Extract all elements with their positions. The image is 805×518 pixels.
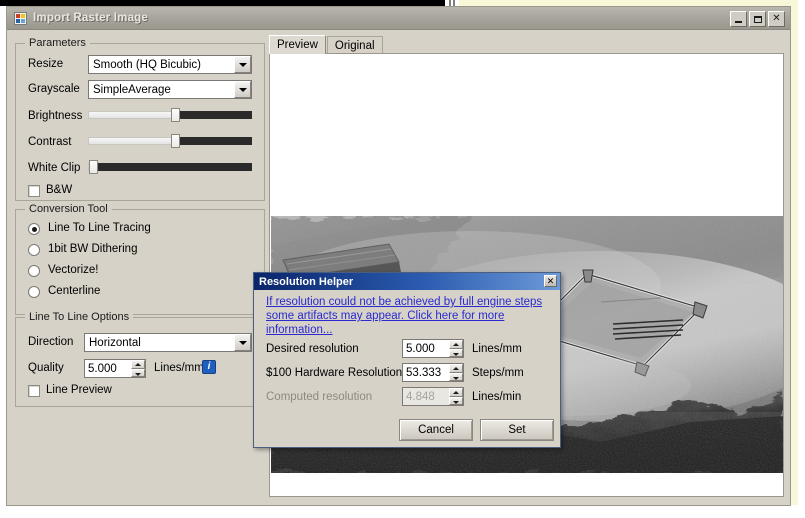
window-titlebar[interactable]: Import Raster Image ✕ [7,7,790,30]
brightness-label: Brightness [28,110,83,122]
computed-resolution-unit: Lines/min [472,391,522,403]
form-icon [14,11,27,25]
line-options-group-label: Line To Line Options [25,311,134,323]
radio-label-vectorize: Vectorize! [48,264,99,276]
resize-value: Smooth (HQ Bicubic) [93,58,202,71]
tab-preview-label: Preview [277,39,318,51]
contrast-label: Contrast [28,136,72,148]
close-button[interactable]: ✕ [768,11,785,27]
stepper-up-icon[interactable] [449,340,463,349]
desired-resolution-unit: Lines/mm [472,343,522,355]
conversion-tool-group: Conversion Tool Line To Line Tracing 1bi… [15,203,265,315]
resize-label: Resize [28,58,64,70]
import-raster-image-window: Import Raster Image ✕ Parameters Resize … [6,6,791,506]
desired-resolution-stepper-buttons[interactable] [449,340,463,357]
quality-unit: Lines/mm [154,362,204,374]
quality-label: Quality [28,362,64,374]
white-clip-label: White Clip [28,162,81,174]
chevron-down-icon[interactable] [234,81,251,98]
conversion-tool-group-label: Conversion Tool [25,203,112,215]
hardware-resolution-unit: Steps/mm [472,367,524,379]
stepper-down-icon[interactable] [449,348,463,357]
hardware-resolution-value: 53.333 [406,366,442,379]
desktop-bottom-strip [0,505,805,518]
cancel-button[interactable]: Cancel [399,419,473,441]
quality-value: 5.000 [88,362,117,375]
brightness-slider[interactable] [88,108,252,122]
resolution-helper-dialog: Resolution Helper ✕ If resolution could … [253,272,561,448]
quality-stepper[interactable]: 5.000 [84,359,146,378]
resize-combobox[interactable]: Smooth (HQ Bicubic) [88,55,252,74]
desired-resolution-label: Desired resolution [266,343,359,355]
hardware-resolution-label: $100 Hardware Resolution [266,367,403,379]
direction-value: Horizontal [89,336,141,349]
direction-combobox[interactable]: Horizontal [84,333,252,352]
line-preview-checkbox[interactable] [28,385,40,397]
line-to-line-options-group: Line To Line Options Direction Horizonta… [15,311,265,407]
parameters-group-label: Parameters [25,37,90,49]
set-button[interactable]: Set [480,419,554,441]
chevron-down-icon[interactable] [234,334,251,351]
radio-label-1bit-bw-dithering: 1bit BW Dithering [48,243,138,255]
warning-link[interactable]: If resolution could not be achieved by f… [266,295,554,337]
preview-tabstrip: Preview Original [269,35,384,54]
computed-resolution-stepper-buttons [449,388,463,405]
line-preview-label: Line Preview [46,384,112,396]
white-clip-slider-thumb[interactable] [89,160,98,174]
bw-label: B&W [46,184,73,196]
dialog-close-button[interactable]: ✕ [544,275,557,287]
tab-original-label: Original [334,39,375,52]
dialog-title: Resolution Helper [259,275,354,288]
stepper-down-icon[interactable] [449,372,463,381]
tab-original[interactable]: Original [326,36,383,54]
chevron-down-icon[interactable] [234,56,251,73]
hardware-resolution-stepper[interactable]: 53.333 [402,363,464,382]
parameters-group: Parameters Resize Smooth (HQ Bicubic) Gr… [15,37,265,201]
stepper-up-icon [449,388,463,397]
computed-resolution-label: Computed resolution [266,391,373,403]
stepper-up-icon[interactable] [449,364,463,373]
computed-resolution-value: 4.848 [406,390,435,403]
contrast-slider-thumb[interactable] [171,134,180,148]
hardware-resolution-stepper-buttons[interactable] [449,364,463,381]
desired-resolution-stepper[interactable]: 5.000 [402,339,464,358]
computed-resolution-stepper: 4.848 [402,387,464,406]
radio-centerline[interactable] [28,286,40,298]
radio-label-centerline: Centerline [48,285,101,297]
tab-preview[interactable]: Preview [269,35,326,54]
white-clip-slider[interactable] [88,160,252,174]
direction-label: Direction [28,336,74,348]
minimize-button[interactable] [730,11,747,27]
desired-resolution-value: 5.000 [406,342,435,355]
stepper-down-icon[interactable] [131,368,145,377]
quality-stepper-buttons[interactable] [131,360,145,377]
bw-checkbox[interactable] [28,185,40,197]
radio-vectorize[interactable] [28,265,40,277]
brightness-slider-thumb[interactable] [171,108,180,122]
grayscale-label: Grayscale [28,83,80,95]
desktop-right-edge [798,0,805,518]
window-title: Import Raster Image [33,12,148,24]
grayscale-value: SimpleAverage [93,83,171,96]
window-controls: ✕ [730,11,785,27]
maximize-button[interactable] [749,11,766,27]
stepper-down-icon [449,396,463,405]
dialog-titlebar[interactable]: Resolution Helper ✕ [254,273,560,290]
stepper-up-icon[interactable] [131,360,145,369]
radio-1bit-bw-dithering[interactable] [28,244,40,256]
info-icon[interactable]: i [202,360,216,374]
grayscale-combobox[interactable]: SimpleAverage [88,80,252,99]
contrast-slider[interactable] [88,134,252,148]
radio-line-to-line-tracing[interactable] [28,223,40,235]
radio-label-line-to-line-tracing: Line To Line Tracing [48,222,151,234]
